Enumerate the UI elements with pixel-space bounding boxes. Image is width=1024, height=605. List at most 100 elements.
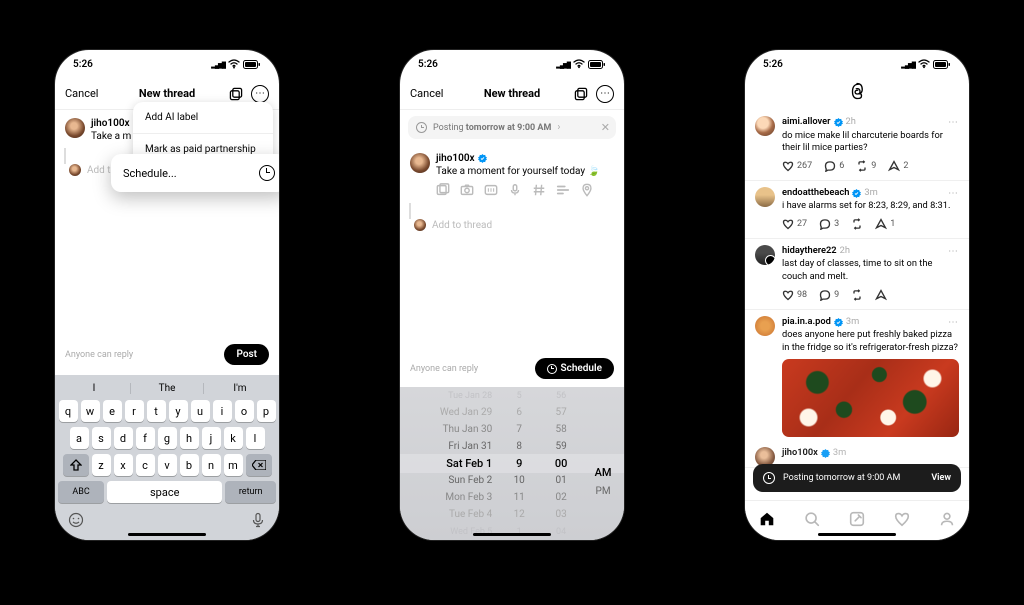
- key[interactable]: f: [136, 427, 155, 449]
- picker-date[interactable]: Tue Jan 28Wed Jan 29Thu Jan 30Fri Jan 31…: [400, 387, 498, 540]
- feed-item[interactable]: aimi.allover2h⋯ do mice make lil charcut…: [745, 110, 969, 181]
- picker-ampm[interactable]: AMPM: [582, 387, 624, 540]
- abc-key[interactable]: ABC: [58, 481, 104, 503]
- gif-icon[interactable]: [484, 183, 498, 197]
- username[interactable]: jiho100x: [91, 118, 130, 129]
- home-indicator[interactable]: [128, 533, 206, 536]
- key[interactable]: s: [92, 427, 111, 449]
- reply-scope[interactable]: Anyone can reply: [410, 364, 478, 374]
- key[interactable]: i: [213, 400, 232, 422]
- key[interactable]: p: [257, 400, 276, 422]
- hashtag-icon[interactable]: [532, 183, 546, 197]
- key[interactable]: h: [180, 427, 199, 449]
- post-button[interactable]: Post: [224, 344, 269, 365]
- backspace-key[interactable]: [246, 454, 272, 476]
- like-button[interactable]: 98: [782, 289, 807, 301]
- repost-button[interactable]: [851, 218, 863, 230]
- username[interactable]: pia.in.a.pod: [782, 316, 831, 329]
- feed-item[interactable]: pia.in.a.pod3m⋯ does anyone here put fre…: [745, 310, 969, 446]
- home-indicator[interactable]: [818, 533, 896, 536]
- more-icon[interactable]: ⋯: [596, 85, 614, 103]
- tab-home[interactable]: [758, 510, 776, 532]
- more-icon[interactable]: ⋯: [948, 187, 959, 201]
- key[interactable]: c: [136, 454, 155, 476]
- like-button[interactable]: 267: [782, 160, 812, 172]
- home-indicator[interactable]: [473, 533, 551, 536]
- post-image[interactable]: [782, 359, 959, 437]
- key[interactable]: v: [158, 454, 177, 476]
- comment-button[interactable]: 6: [824, 160, 844, 172]
- suggestion[interactable]: I: [58, 383, 130, 394]
- cancel-button[interactable]: Cancel: [65, 87, 98, 100]
- return-key[interactable]: return: [225, 481, 276, 503]
- tab-compose[interactable]: [848, 510, 866, 532]
- datetime-picker[interactable]: Tue Jan 28Wed Jan 29Thu Jan 30Fri Jan 31…: [400, 387, 624, 540]
- key[interactable]: q: [59, 400, 78, 422]
- avatar[interactable]: [65, 118, 85, 138]
- key[interactable]: k: [224, 427, 243, 449]
- drafts-icon[interactable]: [572, 85, 590, 103]
- key[interactable]: l: [246, 427, 265, 449]
- mic-icon[interactable]: [508, 183, 522, 197]
- feed-item[interactable]: endoatthebeach3m⋯ i have alarms set for …: [745, 181, 969, 239]
- key[interactable]: m: [224, 454, 243, 476]
- compose-text[interactable]: Take a moment for yourself today 🍃: [436, 166, 614, 177]
- emoji-icon[interactable]: [68, 512, 84, 532]
- threads-logo[interactable]: [745, 78, 969, 110]
- key[interactable]: z: [92, 454, 111, 476]
- menu-schedule[interactable]: Schedule...: [111, 154, 279, 192]
- schedule-toast[interactable]: Posting tomorrow at 9:00 AM View: [753, 464, 961, 492]
- username[interactable]: endoatthebeach: [782, 187, 849, 200]
- suggestion[interactable]: The: [130, 383, 204, 394]
- key[interactable]: j: [202, 427, 221, 449]
- poll-icon[interactable]: [556, 183, 570, 197]
- space-key[interactable]: space: [107, 481, 222, 503]
- more-icon[interactable]: ⋯: [948, 245, 959, 259]
- share-button[interactable]: [875, 289, 887, 301]
- username[interactable]: jiho100x: [782, 447, 818, 460]
- location-icon[interactable]: [580, 183, 594, 197]
- share-button[interactable]: 1: [875, 218, 895, 230]
- suggestion[interactable]: I'm: [204, 383, 276, 394]
- reply-scope[interactable]: Anyone can reply: [65, 350, 133, 360]
- camera-icon[interactable]: [460, 183, 474, 197]
- avatar[interactable]: [755, 245, 775, 265]
- mic-icon[interactable]: [250, 512, 266, 532]
- menu-ai-label[interactable]: Add AI label: [133, 102, 273, 134]
- key[interactable]: u: [191, 400, 210, 422]
- key[interactable]: r: [125, 400, 144, 422]
- shift-key[interactable]: [63, 454, 89, 476]
- username[interactable]: jiho100x: [436, 153, 475, 164]
- comment-button[interactable]: 3: [819, 218, 839, 230]
- username[interactable]: aimi.allover: [782, 116, 831, 129]
- avatar[interactable]: [755, 116, 775, 136]
- tab-search[interactable]: [803, 510, 821, 532]
- add-to-thread[interactable]: Add to thread: [400, 219, 624, 237]
- key[interactable]: g: [158, 427, 177, 449]
- gallery-icon[interactable]: [436, 183, 450, 197]
- share-button[interactable]: 2: [888, 160, 908, 172]
- tab-profile[interactable]: [938, 510, 956, 532]
- schedule-banner[interactable]: Posting tomorrow at 9:00 AM › ✕: [408, 116, 616, 139]
- key[interactable]: n: [202, 454, 221, 476]
- key[interactable]: a: [70, 427, 89, 449]
- close-icon[interactable]: ✕: [601, 121, 610, 134]
- key[interactable]: w: [81, 400, 100, 422]
- avatar[interactable]: [410, 153, 430, 173]
- key[interactable]: y: [169, 400, 188, 422]
- key[interactable]: o: [235, 400, 254, 422]
- key[interactable]: e: [103, 400, 122, 422]
- picker-hour[interactable]: 567891011121: [498, 387, 540, 540]
- like-button[interactable]: 27: [782, 218, 807, 230]
- schedule-button[interactable]: Schedule: [535, 358, 614, 379]
- repost-button[interactable]: [851, 289, 863, 301]
- feed-item[interactable]: hidaythere222h⋯ last day of classes, tim…: [745, 239, 969, 310]
- more-icon[interactable]: ⋯: [948, 116, 959, 130]
- view-button[interactable]: View: [931, 473, 951, 483]
- picker-minute[interactable]: 565758590001020304: [540, 387, 582, 540]
- username[interactable]: hidaythere22: [782, 245, 837, 258]
- key[interactable]: d: [114, 427, 133, 449]
- key[interactable]: t: [147, 400, 166, 422]
- avatar[interactable]: [755, 316, 775, 336]
- drafts-icon[interactable]: [227, 85, 245, 103]
